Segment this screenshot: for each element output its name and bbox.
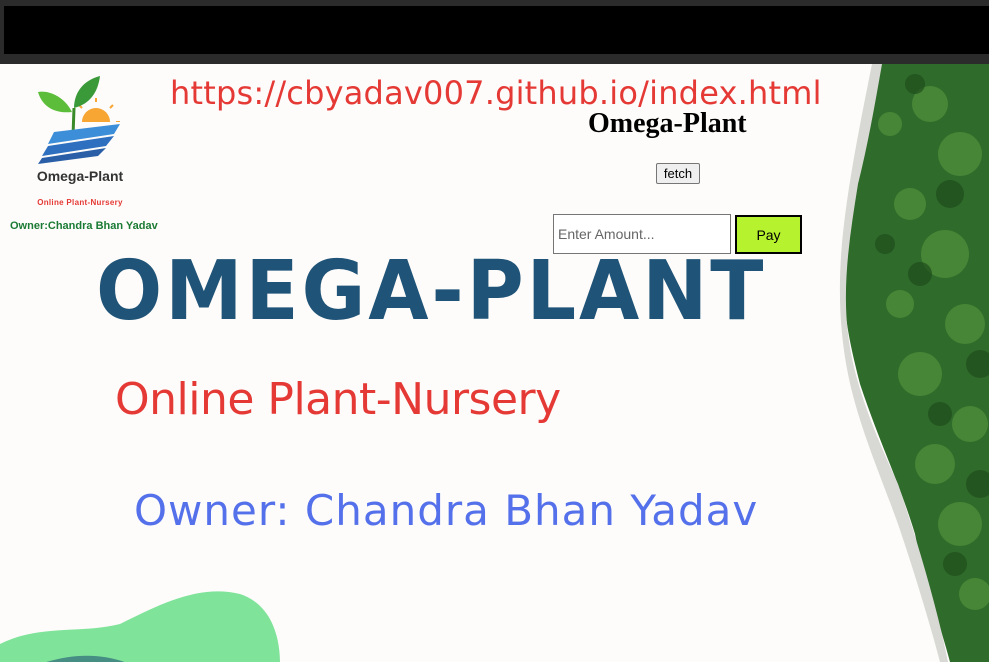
hero-tagline: Online Plant-Nursery bbox=[115, 374, 561, 425]
site-url: https://cbyadav007.github.io/index.html bbox=[170, 74, 822, 112]
site-title: Omega-Plant bbox=[588, 108, 747, 139]
fetch-button[interactable]: fetch bbox=[656, 163, 700, 184]
browser-top-bar bbox=[0, 0, 989, 64]
owner-label-small: Owner:Chandra Bhan Yadav bbox=[10, 220, 158, 232]
forest-image bbox=[839, 64, 989, 662]
plant-sun-logo-icon bbox=[38, 76, 122, 164]
logo-title: Omega-Plant bbox=[36, 168, 124, 184]
logo-subtitle: Online Plant-Nursery bbox=[37, 198, 123, 207]
decorative-blob bbox=[0, 591, 280, 662]
hero-owner: Owner: Chandra Bhan Yadav bbox=[134, 486, 759, 535]
logo[interactable]: Omega-Plant Online Plant-Nursery bbox=[0, 64, 160, 244]
top-black-band bbox=[4, 6, 989, 54]
hero-brand: OMEGA-PLANT bbox=[96, 244, 767, 339]
page-body: Omega-Plant Online Plant-Nursery Owner:C… bbox=[0, 64, 989, 662]
